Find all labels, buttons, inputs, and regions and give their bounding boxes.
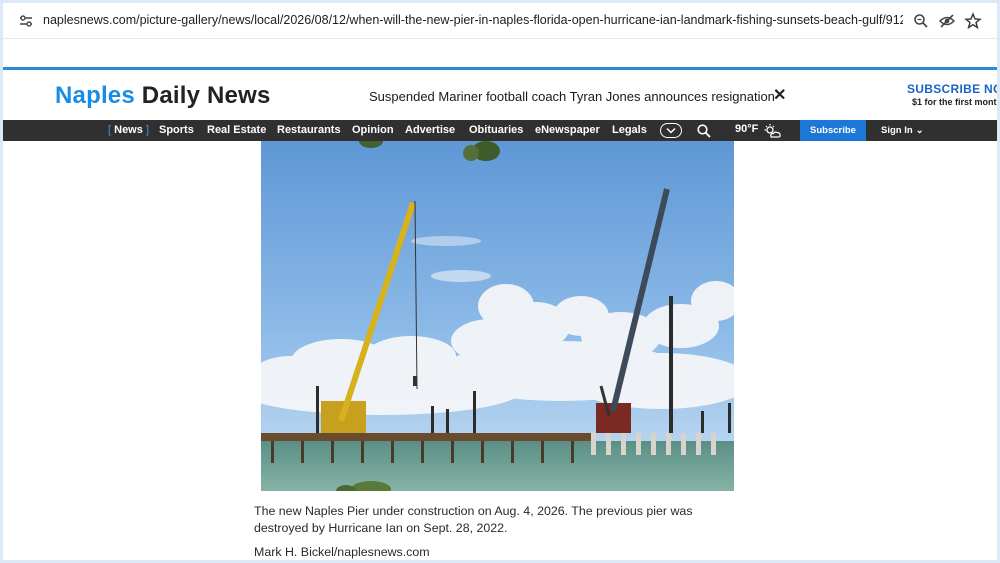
url-field[interactable]: naplesnews.com/picture-gallery/news/loca…	[43, 13, 903, 27]
more-menu-button[interactable]	[660, 123, 682, 138]
subscribe-cta[interactable]: SUBSCRIBE NOW $1 for the first month	[907, 82, 997, 107]
nav-item-restaurants[interactable]: Restaurants	[277, 124, 341, 136]
main-nav: [ News ] Sports Real Estate Restaurants …	[3, 120, 997, 141]
photo-credit: Mark H. Bickel/naplesnews.com	[254, 545, 430, 559]
close-icon[interactable]: ✕	[773, 85, 786, 105]
search-icon[interactable]	[696, 123, 712, 139]
site-info-icon[interactable]	[17, 12, 35, 30]
sign-in-button[interactable]: Sign In ⌄	[881, 125, 924, 136]
browser-window: naplesnews.com/picture-gallery/news/loca…	[3, 3, 997, 560]
bookmark-star-icon[interactable]	[964, 12, 982, 30]
weather-widget[interactable]: 90°F	[735, 123, 758, 135]
gallery-photo[interactable]	[261, 141, 734, 491]
zoom-icon[interactable]	[912, 12, 930, 30]
chevron-down-icon	[666, 127, 676, 134]
nav-item-opinion[interactable]: Opinion	[352, 124, 394, 136]
nav-item-news[interactable]: [ News ]	[108, 124, 149, 136]
nav-item-legals[interactable]: Legals	[612, 124, 647, 136]
nav-item-real-estate[interactable]: Real Estate	[207, 124, 266, 136]
subscribe-button[interactable]: Subscribe	[800, 120, 866, 141]
nav-item-sports[interactable]: Sports	[159, 124, 194, 136]
nav-active-bracket-right: ]	[145, 124, 149, 136]
chevron-down-icon: ⌄	[915, 125, 924, 136]
sign-in-label: Sign In	[881, 125, 913, 136]
breaking-news-headline[interactable]: Suspended Mariner football coach Tyran J…	[369, 89, 775, 104]
subscribe-cta-offer: $1 for the first month	[912, 97, 997, 107]
nav-item-label: News	[114, 124, 143, 136]
weather-temp: 90°F	[735, 123, 759, 135]
site-logo[interactable]: Naples Daily News	[55, 82, 271, 110]
photo-caption: The new Naples Pier under construction o…	[254, 504, 693, 535]
subscribe-cta-title: SUBSCRIBE NOW	[907, 82, 997, 96]
logo-word-naples: Naples	[55, 82, 135, 109]
site-header: Naples Daily News Suspended Mariner foot…	[3, 70, 997, 120]
nav-item-advertise[interactable]: Advertise	[405, 124, 455, 136]
pier-construction-image	[261, 141, 734, 491]
nav-active-bracket-left: [	[108, 124, 112, 136]
tracking-protection-icon[interactable]	[938, 12, 956, 30]
address-bar: naplesnews.com/picture-gallery/news/loca…	[3, 3, 997, 39]
partly-cloudy-icon	[764, 124, 781, 138]
nav-item-enewspaper[interactable]: eNewspaper	[535, 124, 600, 136]
logo-word-daily-news: Daily News	[141, 82, 271, 109]
nav-item-obituaries[interactable]: Obituaries	[469, 124, 523, 136]
